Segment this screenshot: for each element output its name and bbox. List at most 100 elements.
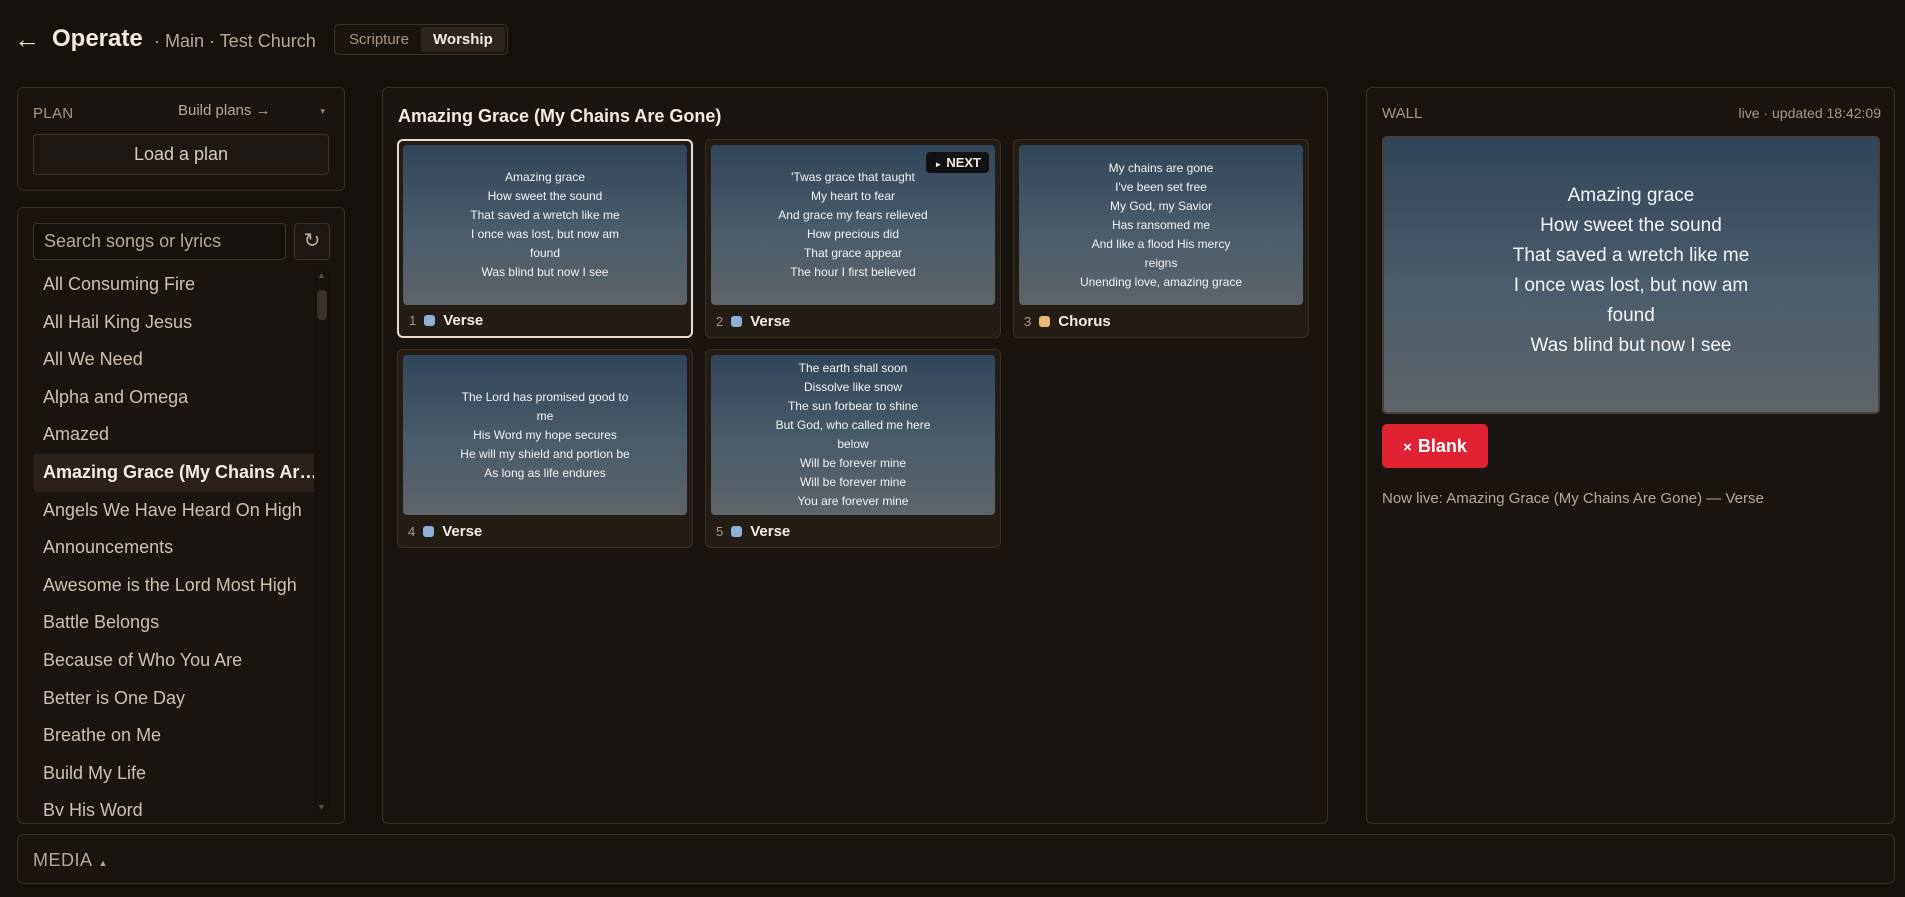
slide-thumbnail: 'Twas grace that taught My heart to fear A… [711,145,995,305]
slide-card[interactable]: The earth shall soon Dissolve like snow Th… [705,349,1001,548]
scroll-thumb[interactable] [317,290,327,320]
next-badge-label: NEXT [946,155,981,170]
plan-label: PLAN [33,105,74,122]
slide-lyric-line: How precious did [806,227,900,241]
page-title: Operate [52,25,143,52]
slide-lyric-line: 'Twas grace that taught [791,170,915,184]
slide-number: 1 [409,313,417,328]
wall-lyrics: Amazing grace How sweet the sound That sav… [1384,138,1878,412]
section-color-dot [423,526,435,537]
slide-lyric-line: I've been set free [1115,179,1207,194]
song-list-item[interactable]: Battle Belongs [33,604,327,642]
slide-lyric-line: Dissolve like snow [803,380,903,394]
song-list-item[interactable]: All Hail King Jesus [33,304,327,342]
wall-preview: Amazing grace How sweet the sound That sav… [1382,136,1880,414]
slide-lyric-line: But God, who called me here [775,418,931,432]
slide-thumbnail: My chains are gone I've been set free My G… [1019,145,1303,305]
song-list-item[interactable]: Announcements [33,529,327,567]
slide-lyric-line: Amazing grace [504,170,586,184]
slide-number: 2 [716,314,724,329]
slide-lyric-line: My God, my Savior [1109,198,1213,213]
media-panel: MEDIA ▲ [17,834,1895,884]
song-list-item[interactable]: Awesome is the Lord Most High [33,567,327,605]
refresh-icon: ↻ [303,230,321,252]
slide-lyric-line: He will my shield and portion be [460,446,630,461]
slide-lyric-line: That grace appear [803,246,903,260]
slide-thumbnail: The Lord has promised good to me His Word … [403,355,687,515]
media-toggle[interactable]: MEDIA ▲ [33,850,108,871]
song-list-item[interactable]: Because of Who You Are [33,642,327,680]
song-list-item[interactable]: Amazed [33,416,327,454]
wall-lyric-line: That saved a wretch like me [1512,245,1750,266]
slide-card[interactable]: 'Twas grace that taught My heart to fear A… [705,139,1001,338]
slide-thumbnail: The earth shall soon Dissolve like snow Th… [711,355,995,515]
song-list-item[interactable]: Build My Life [33,755,327,793]
now-live-status: Now live: Amazing Grace (My Chains Are G… [1382,490,1764,507]
media-label: MEDIA [33,850,93,870]
slide-lyric-line: And grace my fears relieved [778,208,928,222]
slide-card[interactable]: Amazing grace How sweet the sound That sav… [397,139,693,338]
plan-panel: PLAN Build plans → ▾ Load a plan [17,87,345,191]
close-icon: × [1403,439,1412,456]
load-plan-button[interactable]: Load a plan [33,134,329,175]
slide-card[interactable]: The Lord has promised good to me His Word … [397,349,693,548]
slide-lyric-line: Was blind but now I see [481,265,609,279]
section-color-dot [731,526,743,537]
song-list-item[interactable]: Alpha and Omega [33,379,327,417]
song-list-item[interactable]: All Consuming Fire [33,266,327,304]
slide-section-label: Verse [750,313,791,330]
slide-lyric-line: My chains are gone [1108,160,1214,175]
slide-lyric-line: That saved a wretch like me [470,208,620,222]
build-plans-dropdown[interactable]: Build plans → ▾ [178,102,333,124]
slide-section-label: Chorus [1058,313,1111,330]
top-bar: ← Operate · Main · Test Church Scripture… [0,0,1905,80]
section-color-dot [424,315,436,326]
slide-lyric-line: Unending love, amazing grace [1079,274,1243,289]
slide-card[interactable]: My chains are gone I've been set free My G… [1013,139,1309,338]
refresh-button[interactable]: ↻ [294,223,330,260]
song-list-item[interactable]: Better is One Day [33,680,327,718]
song-list-item[interactable]: Amazing Grace (My Chains Are Gone) [33,453,327,492]
song-list: All Consuming Fire All Hail King Jesus All… [33,266,327,816]
slide-lyric-line: His Word my hope secures [473,427,617,442]
slide-lyric-line: You are forever mine [797,494,909,508]
wall-panel: WALL live · updated 18:42:09 Amazing gra… [1366,87,1895,824]
mode-switch: Scripture Worship [334,24,508,55]
wall-lyric-line: I once was lost, but now am [1513,275,1749,296]
scroll-up-icon[interactable]: ▲ [317,270,326,280]
song-list-item[interactable]: Angels We Have Heard On High [33,492,327,530]
slide-meta: 4 Verse [408,523,482,540]
song-list-item[interactable]: By His Word [33,792,327,816]
slide-lyric-line: How sweet the sound [487,189,603,203]
song-list-item[interactable]: All We Need [33,341,327,379]
slide-number: 3 [1024,314,1032,329]
slide-lyrics: Amazing grace How sweet the sound That sav… [403,145,687,305]
slide-lyric-line: My heart to fear [810,189,896,203]
build-plans-label: Build plans → [178,102,271,119]
wall-lyric-line: Was blind but now I see [1530,335,1732,356]
slide-lyrics: My chains are gone I've been set free My G… [1019,145,1303,305]
slide-meta: 1 Verse [409,312,483,329]
back-arrow-icon[interactable]: ← [14,26,40,52]
slide-section-label: Verse [750,523,791,540]
wall-label: WALL [1382,105,1423,122]
slide-lyric-line: Has ransomed me [1111,217,1211,232]
slide-thumbnail: Amazing grace How sweet the sound That sav… [403,145,687,305]
slide-lyric-line: Will be forever mine [799,475,907,489]
slide-lyric-line: And like a flood His mercy [1091,236,1231,251]
song-list-item[interactable]: Breathe on Me [33,717,327,755]
slide-meta: 3 Chorus [1024,313,1111,330]
song-list-scrollbar[interactable]: ▲ ▼ [314,270,330,812]
songs-panel: ↻ All Consuming FireAll Hail King JesusA… [17,207,345,824]
scroll-down-icon[interactable]: ▼ [317,802,326,812]
slide-lyric-line: The earth shall soon [798,361,908,375]
search-input[interactable] [33,223,286,260]
slide-lyric-line: found [529,246,561,260]
slide-meta: 2 Verse [716,313,790,330]
tab-scripture[interactable]: Scripture [337,27,421,52]
tab-worship[interactable]: Worship [421,27,505,52]
slide-lyric-line: me [536,408,554,423]
blank-button[interactable]: × Blank [1382,424,1488,468]
section-color-dot [731,316,743,327]
next-badge: ► NEXT [926,152,989,173]
